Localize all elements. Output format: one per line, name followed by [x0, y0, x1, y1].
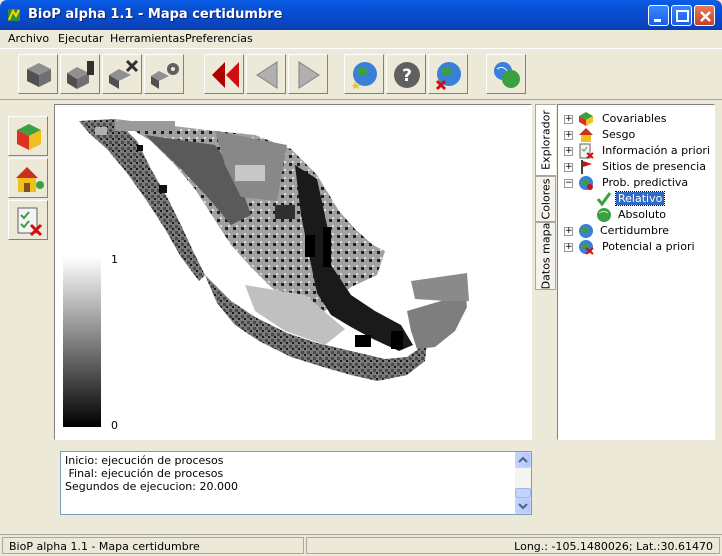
tree-item-certidumbre[interactable]: + Certidumbre — [558, 223, 708, 239]
expander-icon[interactable]: + — [564, 115, 573, 124]
log-output[interactable]: Inicio: ejecución de procesos Final: eje… — [60, 451, 532, 515]
blue-globe-icon — [579, 224, 593, 238]
checklist-icon — [579, 143, 594, 159]
scroll-down-button[interactable] — [515, 498, 531, 514]
globe-star-button[interactable] — [344, 54, 384, 94]
house-icon — [16, 167, 44, 192]
maximize-button[interactable] — [671, 5, 692, 26]
globe-users-button[interactable] — [486, 54, 526, 94]
scroll-thumb[interactable] — [515, 488, 531, 498]
title-bar: BioP alpha 1.1 - Mapa certidumbre — [0, 0, 722, 30]
menu-preferencias[interactable]: Preferencias — [185, 32, 253, 45]
svg-text:?: ? — [402, 66, 412, 86]
log-line: Segundos de ejecucion: 20.000 — [65, 480, 238, 493]
info-priori-button[interactable] — [8, 200, 48, 240]
expander-icon[interactable]: + — [564, 243, 573, 252]
log-scrollbar[interactable] — [515, 452, 531, 514]
tree-item-sesgo[interactable]: + Sesgo — [558, 127, 708, 143]
house-icon — [579, 128, 593, 142]
status-bar: BioP alpha 1.1 - Mapa certidumbre Long.:… — [0, 534, 722, 556]
scroll-up-button[interactable] — [515, 452, 531, 468]
expander-icon[interactable]: + — [564, 147, 573, 156]
globe-cancel-icon — [435, 62, 461, 91]
legend-min-label: 0 — [111, 419, 118, 432]
legend-max-label: 1 — [111, 253, 118, 266]
back-arrow-icon — [256, 61, 278, 89]
sesgo-button[interactable] — [8, 158, 48, 198]
tree-item-relativo[interactable]: Relativo — [558, 191, 708, 207]
forward-button[interactable] — [288, 54, 328, 94]
tab-datos-mapa[interactable]: Datos mapa — [535, 222, 556, 290]
checklist-icon — [17, 207, 43, 237]
minimize-icon — [654, 19, 661, 22]
globe-icon — [579, 176, 593, 190]
toolbar: ? — [0, 48, 722, 100]
certainty-map[interactable] — [55, 105, 531, 439]
tree-item-potencial-priori[interactable]: + Potencial a priori — [558, 239, 708, 255]
run-process-button[interactable] — [60, 54, 100, 94]
log-line: Inicio: ejecución de procesos — [65, 454, 224, 467]
globe-star-icon — [351, 62, 377, 89]
settings-icon — [151, 63, 179, 89]
tree-item-sitios-presencia[interactable]: + Sitios de presencia — [558, 159, 708, 175]
tree-item-covariables[interactable]: + Covariables — [558, 111, 708, 127]
window-title: BioP alpha 1.1 - Mapa certidumbre — [28, 7, 283, 22]
tab-explorador[interactable]: Explorador — [535, 104, 556, 176]
cubes-icon — [17, 124, 41, 150]
cubes-icon — [579, 112, 593, 126]
expander-icon[interactable]: + — [564, 131, 573, 140]
chevron-down-icon — [518, 503, 528, 510]
globe-help-button[interactable]: ? — [386, 54, 426, 94]
menu-ejecutar[interactable]: Ejecutar — [58, 32, 103, 45]
expander-icon[interactable]: + — [564, 163, 573, 172]
menu-archivo[interactable]: Archivo — [8, 32, 49, 45]
map-panel[interactable]: 1 0 — [54, 104, 532, 440]
green-globe-icon — [597, 208, 611, 222]
open-layers-button[interactable] — [18, 54, 58, 94]
globe-users-icon — [494, 62, 520, 88]
maximize-icon — [676, 10, 689, 22]
legend-gradient — [63, 257, 101, 427]
forward-arrow-icon — [298, 61, 320, 89]
close-button[interactable] — [694, 5, 715, 26]
rewind-button[interactable] — [204, 54, 244, 94]
tools-clear-button[interactable] — [102, 54, 142, 94]
menu-herramientas[interactable]: Herramientas — [110, 32, 185, 45]
tools-clear-icon — [109, 59, 139, 89]
status-coordinates: Long.: -105.1480026; Lat.:30.61470 — [306, 537, 720, 554]
back-button[interactable] — [246, 54, 286, 94]
flag-icon — [581, 160, 592, 174]
tree-item-informacion-priori[interactable]: + Información a priori — [558, 143, 710, 159]
expander-icon[interactable]: + — [564, 227, 573, 236]
globe-cancel-button[interactable] — [428, 54, 468, 94]
covariables-button[interactable] — [8, 116, 48, 156]
run-process-icon — [67, 61, 94, 89]
chevron-up-icon — [518, 456, 528, 463]
globe-x-icon — [579, 240, 594, 255]
close-icon — [700, 11, 711, 22]
menu-bar: Archivo Ejecutar Herramientas Preferenci… — [0, 30, 722, 48]
checkmark-icon — [596, 192, 612, 207]
app-icon — [8, 8, 20, 21]
globe-help-icon: ? — [394, 62, 420, 88]
status-window-name: BioP alpha 1.1 - Mapa certidumbre — [2, 537, 304, 554]
collapse-icon[interactable]: − — [564, 179, 573, 188]
settings-button[interactable] — [144, 54, 184, 94]
log-line: Final: ejecución de procesos — [65, 467, 224, 480]
tree-item-absoluto[interactable]: Absoluto — [558, 207, 708, 223]
explorer-tree: + Covariables + Sesgo + Información a pr… — [557, 104, 715, 440]
rewind-icon — [212, 62, 239, 88]
open-layers-icon — [27, 63, 51, 87]
tree-item-prob-predictiva[interactable]: − Prob. predictiva — [558, 175, 708, 191]
map-region-yucatan-tip — [411, 273, 469, 301]
minimize-button[interactable] — [648, 5, 669, 26]
tab-colores[interactable]: Colores — [535, 176, 556, 222]
